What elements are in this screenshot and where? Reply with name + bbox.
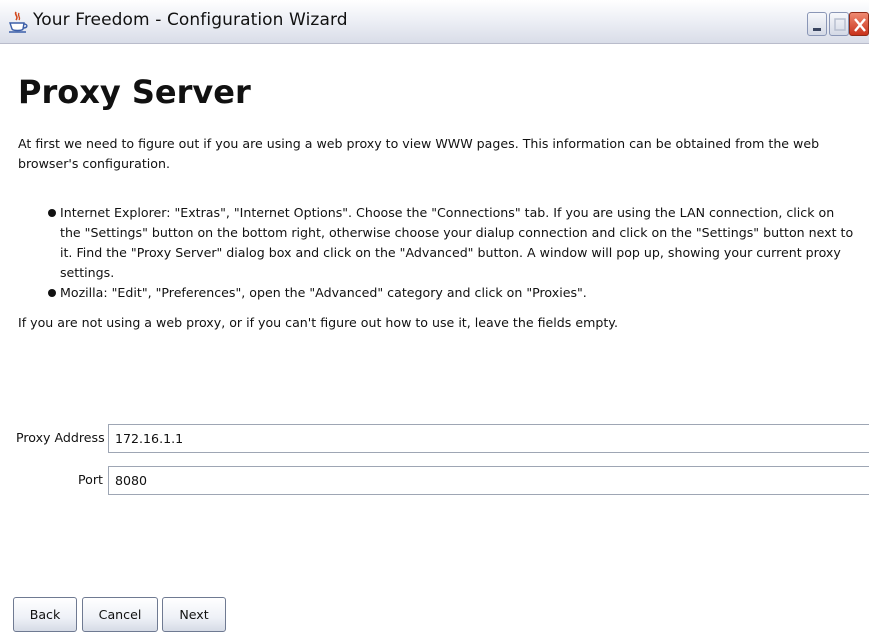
list-item-text: Internet Explorer: "Extras", "Internet O… [60, 205, 854, 280]
maximize-button[interactable] [829, 12, 849, 36]
list-item: Internet Explorer: "Extras", "Internet O… [48, 203, 858, 283]
title-bar[interactable]: Your Freedom - Configuration Wizard [0, 0, 869, 44]
window-title: Your Freedom - Configuration Wizard [33, 10, 348, 30]
cancel-button[interactable]: Cancel [82, 597, 158, 632]
intro-text: At first we need to figure out if you ar… [18, 136, 820, 171]
minimize-button[interactable] [807, 12, 827, 36]
list-item-text: Mozilla: "Edit", "Preferences", open the… [60, 285, 587, 300]
bullet-icon [48, 289, 56, 297]
maximize-icon [834, 18, 846, 31]
java-coffee-cup-icon [9, 11, 28, 33]
empty-fields-note: If you are not using a web proxy, or if … [18, 315, 618, 330]
close-button[interactable] [849, 12, 869, 36]
proxy-address-label: Proxy Address [16, 430, 105, 445]
list-item: Mozilla: "Edit", "Preferences", open the… [48, 283, 858, 303]
next-button[interactable]: Next [162, 597, 226, 632]
proxy-address-field[interactable] [108, 424, 869, 453]
back-button[interactable]: Back [13, 597, 77, 632]
minimize-icon [813, 28, 821, 31]
close-icon [854, 18, 866, 32]
page-title: Proxy Server [18, 73, 251, 111]
port-label: Port [78, 472, 103, 487]
instructions-list: Internet Explorer: "Extras", "Internet O… [48, 203, 858, 303]
port-field[interactable] [108, 466, 869, 495]
bullet-icon [48, 209, 56, 217]
